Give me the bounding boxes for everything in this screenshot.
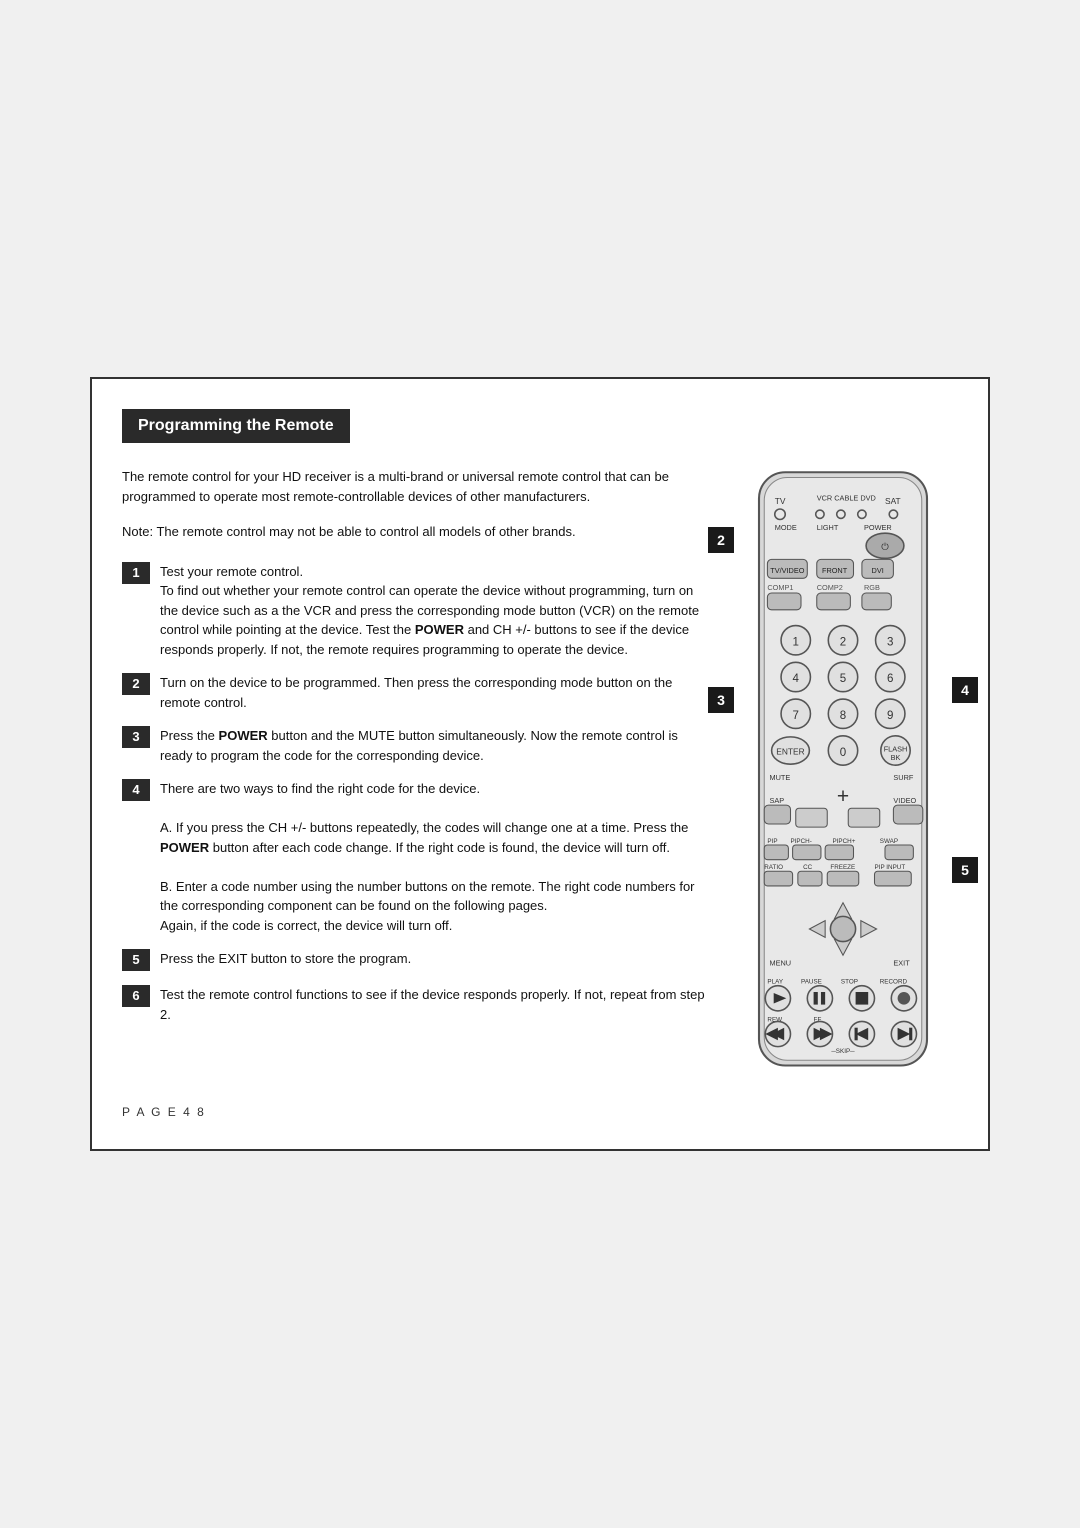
svg-text:⏻: ⏻ xyxy=(881,542,888,553)
step-text: Test your remote control.To find out whe… xyxy=(160,562,708,660)
content-area: The remote control for your HD receiver … xyxy=(122,467,958,1081)
intro-paragraph2: Note: The remote control may not be able… xyxy=(122,522,708,542)
svg-text:2: 2 xyxy=(840,637,846,649)
page: Programming the Remote The remote contro… xyxy=(90,377,990,1151)
step-number: 6 xyxy=(122,985,150,1007)
step-item: 4 There are two ways to find the right co… xyxy=(122,779,708,935)
header-bar: Programming the Remote xyxy=(122,409,350,443)
step-text: Test the remote control functions to see… xyxy=(160,985,708,1024)
svg-text:8: 8 xyxy=(840,710,846,722)
steps-list: 1 Test your remote control.To find out wh… xyxy=(122,562,708,1025)
svg-text:PIPCH-: PIPCH- xyxy=(791,838,812,845)
svg-text:VCR CABLE DVD: VCR CABLE DVD xyxy=(817,494,876,503)
svg-text:+: + xyxy=(837,785,849,808)
page-footer: P A G E 4 8 xyxy=(122,1105,958,1119)
step-text: Press the EXIT button to store the progr… xyxy=(160,949,411,969)
svg-text:PLAY: PLAY xyxy=(767,979,783,986)
step-number: 1 xyxy=(122,562,150,584)
svg-text:1: 1 xyxy=(793,637,799,649)
svg-text:VIDEO: VIDEO xyxy=(893,796,916,805)
svg-text:RECORD: RECORD xyxy=(880,979,908,986)
svg-text:POWER: POWER xyxy=(864,523,892,532)
svg-text:COMP2: COMP2 xyxy=(817,583,843,592)
svg-text:PIP: PIP xyxy=(767,838,777,845)
remote-svg: TV VCR CABLE DVD SAT MODE LIGHT POWER xyxy=(738,467,948,1076)
step-text: Turn on the device to be programmed. The… xyxy=(160,673,708,712)
svg-text:MODE: MODE xyxy=(775,523,797,532)
svg-text:PAUSE: PAUSE xyxy=(801,979,822,986)
step-item: 2 Turn on the device to be programmed. Th… xyxy=(122,673,708,712)
svg-text:RATIO: RATIO xyxy=(764,864,783,871)
svg-text:FREEZE: FREEZE xyxy=(830,864,855,871)
svg-text:CC: CC xyxy=(803,864,813,871)
callout-2: 2 xyxy=(708,527,734,553)
svg-text:EXIT: EXIT xyxy=(893,959,910,968)
svg-text:4: 4 xyxy=(793,673,800,685)
svg-text:SAP: SAP xyxy=(770,796,785,805)
svg-text:SAT: SAT xyxy=(885,496,901,506)
svg-text:ENTER: ENTER xyxy=(776,747,804,757)
svg-text:9: 9 xyxy=(887,710,893,722)
svg-text:5: 5 xyxy=(840,673,846,685)
step-number: 2 xyxy=(122,673,150,695)
callout-4: 4 xyxy=(952,677,978,703)
svg-text:MENU: MENU xyxy=(770,959,792,968)
callout-3: 3 xyxy=(708,687,734,713)
step-number: 5 xyxy=(122,949,150,971)
svg-text:MUTE: MUTE xyxy=(770,773,791,782)
remote-wrapper: 2 3 4 5 TV VCR CABLE DV xyxy=(738,467,948,1081)
step-text: There are two ways to find the right cod… xyxy=(160,779,708,935)
svg-text:PIPCH+: PIPCH+ xyxy=(833,838,856,845)
svg-text:3: 3 xyxy=(887,637,893,649)
page-title: Programming the Remote xyxy=(138,417,334,434)
svg-text:PIP INPUT: PIP INPUT xyxy=(875,864,906,871)
svg-text:TV/VIDEO: TV/VIDEO xyxy=(770,566,805,575)
svg-text:STOP: STOP xyxy=(841,979,858,986)
left-column: The remote control for your HD receiver … xyxy=(122,467,708,1081)
svg-text:DVI: DVI xyxy=(872,566,884,575)
step-item: 3 Press the POWER button and the MUTE but… xyxy=(122,726,708,765)
svg-text:LIGHT: LIGHT xyxy=(817,523,839,532)
step-item: 1 Test your remote control.To find out wh… xyxy=(122,562,708,660)
svg-text:6: 6 xyxy=(887,673,893,685)
step-text: Press the POWER button and the MUTE butt… xyxy=(160,726,708,765)
right-column: 2 3 4 5 TV VCR CABLE DV xyxy=(728,467,958,1081)
svg-text:RGB: RGB xyxy=(864,583,880,592)
step-number: 3 xyxy=(122,726,150,748)
step-item: 5 Press the EXIT button to store the prog… xyxy=(122,949,708,971)
callout-5: 5 xyxy=(952,857,978,883)
svg-text:─SKIP─: ─SKIP─ xyxy=(830,1048,855,1055)
svg-text:BK: BK xyxy=(891,753,901,762)
step-item: 6 Test the remote control functions to se… xyxy=(122,985,708,1024)
svg-text:0: 0 xyxy=(840,747,846,759)
svg-text:TV: TV xyxy=(775,496,786,506)
svg-text:SURF: SURF xyxy=(893,773,913,782)
intro-paragraph1: The remote control for your HD receiver … xyxy=(122,467,708,506)
svg-text:COMP1: COMP1 xyxy=(767,583,793,592)
svg-text:7: 7 xyxy=(793,710,799,722)
step-number: 4 xyxy=(122,779,150,801)
svg-text:SWAP: SWAP xyxy=(880,838,898,845)
svg-text:FRONT: FRONT xyxy=(822,566,848,575)
